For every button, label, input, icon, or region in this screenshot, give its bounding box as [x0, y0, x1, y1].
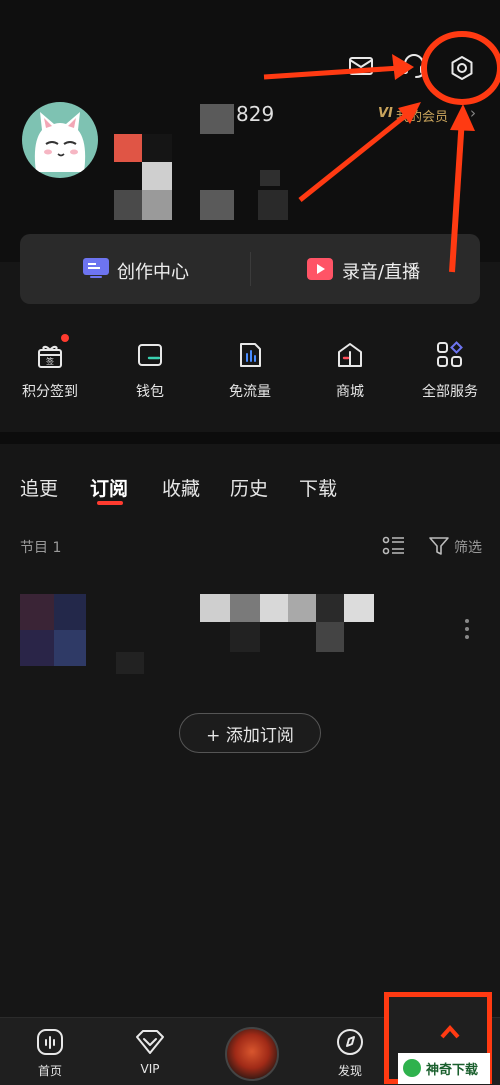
vip-diamond-icon[interactable] — [134, 1028, 166, 1056]
service-label-shop[interactable]: 商城 — [305, 381, 395, 401]
annotation-overlay — [263, 31, 500, 273]
list-item[interactable] — [0, 586, 500, 676]
watermark-leaf-icon — [403, 1059, 421, 1077]
grid-icon[interactable] — [435, 340, 465, 370]
title-mosaic — [230, 622, 260, 652]
shop-icon[interactable] — [335, 340, 365, 370]
title-mosaic — [316, 594, 344, 622]
gift-icon[interactable]: 签 — [35, 340, 65, 370]
title-mosaic — [260, 594, 288, 622]
program-cover — [20, 594, 86, 666]
filter-label[interactable]: 筛选 — [454, 537, 482, 557]
service-label-free-data[interactable]: 免流量 — [205, 381, 295, 401]
title-mosaic — [288, 594, 316, 622]
service-label-points[interactable]: 积分签到 — [5, 381, 95, 401]
tab-favorites[interactable]: 收藏 — [162, 474, 200, 501]
nav-label-discover[interactable]: 发现 — [320, 1062, 380, 1079]
add-subscription-label: + 添加订阅 — [206, 725, 294, 746]
add-subscription-button[interactable]: + 添加订阅 — [179, 713, 321, 753]
tab-history[interactable]: 历史 — [230, 474, 268, 501]
list-view-icon[interactable] — [382, 535, 406, 557]
tab-follow[interactable]: 追更 — [20, 474, 58, 501]
home-icon[interactable] — [36, 1028, 64, 1056]
filter-icon[interactable] — [428, 535, 450, 557]
program-count: 节目 1 — [20, 540, 62, 556]
section-separator — [0, 432, 500, 444]
watermark-logo: 神奇下载 — [398, 1053, 490, 1084]
title-mosaic — [200, 594, 230, 622]
center-avatar[interactable] — [225, 1027, 279, 1081]
discover-icon[interactable] — [336, 1028, 364, 1056]
nav-label-home[interactable]: 首页 — [20, 1062, 80, 1079]
watermark-text: 神奇下载 — [426, 1063, 479, 1078]
svg-text:签: 签 — [46, 356, 54, 366]
title-mosaic — [344, 594, 374, 622]
service-label-all-services[interactable]: 全部服务 — [405, 381, 495, 401]
title-mosaic — [316, 622, 344, 652]
active-tab-indicator — [97, 501, 123, 505]
wallet-icon[interactable] — [135, 340, 165, 370]
watermark-arrow-icon — [440, 1025, 460, 1039]
notification-dot — [61, 334, 69, 342]
more-icon[interactable] — [462, 616, 472, 642]
data-icon[interactable] — [235, 340, 265, 370]
cover-mosaic — [116, 652, 144, 674]
nav-label-vip[interactable]: VIP — [120, 1062, 180, 1076]
title-mosaic — [230, 594, 260, 622]
tab-downloads[interactable]: 下载 — [299, 474, 337, 501]
tab-subscribe[interactable]: 订阅 — [90, 474, 128, 501]
service-label-wallet[interactable]: 钱包 — [105, 381, 195, 401]
